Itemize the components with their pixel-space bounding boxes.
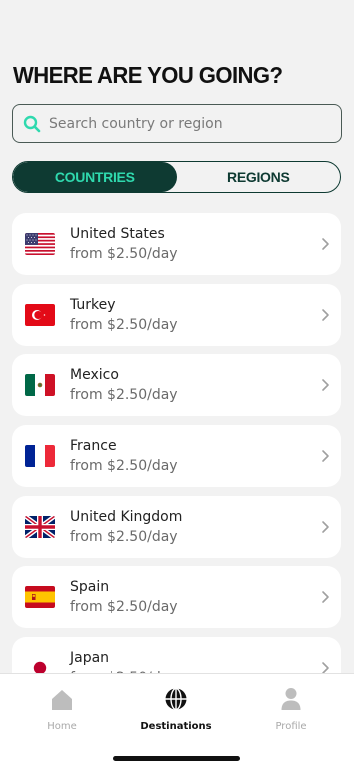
turkey-flag-icon (25, 303, 55, 326)
list-item[interactable]: France from $2.50/day (12, 425, 341, 488)
globe-icon (165, 687, 187, 711)
search-icon (23, 115, 41, 132)
person-icon (281, 688, 301, 710)
tab-profile[interactable]: Profile (241, 687, 341, 732)
segment-control: COUNTRIES REGIONS (12, 161, 341, 193)
destination-list: United States from $2.50/day Turkey from… (12, 213, 341, 708)
chevron-right-icon (322, 238, 329, 250)
list-item[interactable]: Mexico from $2.50/day (12, 354, 341, 417)
country-name: Mexico (70, 367, 119, 384)
list-item[interactable]: United Kingdom from $2.50/day (12, 495, 341, 558)
country-name: United Kingdom (70, 508, 183, 525)
country-name: Turkey (70, 296, 116, 313)
spain-flag-icon (25, 586, 55, 609)
chevron-right-icon (322, 450, 329, 462)
country-price: from $2.50/day (70, 599, 178, 616)
tab-home-label: Home (47, 721, 77, 732)
home-icon (52, 690, 72, 710)
search-field[interactable] (12, 104, 342, 143)
country-name: United States (70, 226, 165, 242)
chevron-right-icon (322, 308, 329, 321)
uk-flag-icon (25, 515, 55, 538)
country-price: from $2.50/day (70, 387, 178, 404)
country-price: from $2.50/day (70, 528, 178, 545)
tab-regions[interactable]: REGIONS (177, 162, 341, 192)
tab-countries[interactable]: COUNTRIES (13, 162, 177, 192)
france-flag-icon (25, 445, 55, 468)
country-price: from $2.50/day (70, 316, 178, 333)
tab-profile-label: Profile (275, 721, 307, 732)
chevron-right-icon (322, 591, 329, 604)
tab-destinations[interactable]: Destinations (126, 687, 226, 732)
country-price: from $2.50/day (70, 458, 178, 475)
chevron-right-icon (322, 379, 329, 392)
search-input[interactable] (49, 115, 329, 132)
list-item[interactable]: Spain from $2.50/day (12, 566, 341, 629)
chevron-right-icon (322, 520, 329, 533)
bottom-tab-bar: Home Destinations Profile (0, 673, 354, 768)
us-flag-icon (25, 233, 55, 255)
list-item[interactable]: United States from $2.50/day (12, 213, 341, 275)
country-name: Japan (70, 650, 110, 667)
country-name: France (70, 438, 117, 455)
page-title: WHERE ARE YOU GOING? (13, 62, 283, 88)
tab-destinations-label: Destinations (140, 721, 212, 732)
mexico-flag-icon (25, 374, 55, 397)
tab-home[interactable]: Home (12, 687, 112, 732)
country-price: from $2.50/day (70, 246, 178, 262)
country-name: Spain (70, 579, 110, 596)
list-item[interactable]: Turkey from $2.50/day (12, 283, 341, 346)
home-indicator[interactable] (113, 756, 240, 761)
